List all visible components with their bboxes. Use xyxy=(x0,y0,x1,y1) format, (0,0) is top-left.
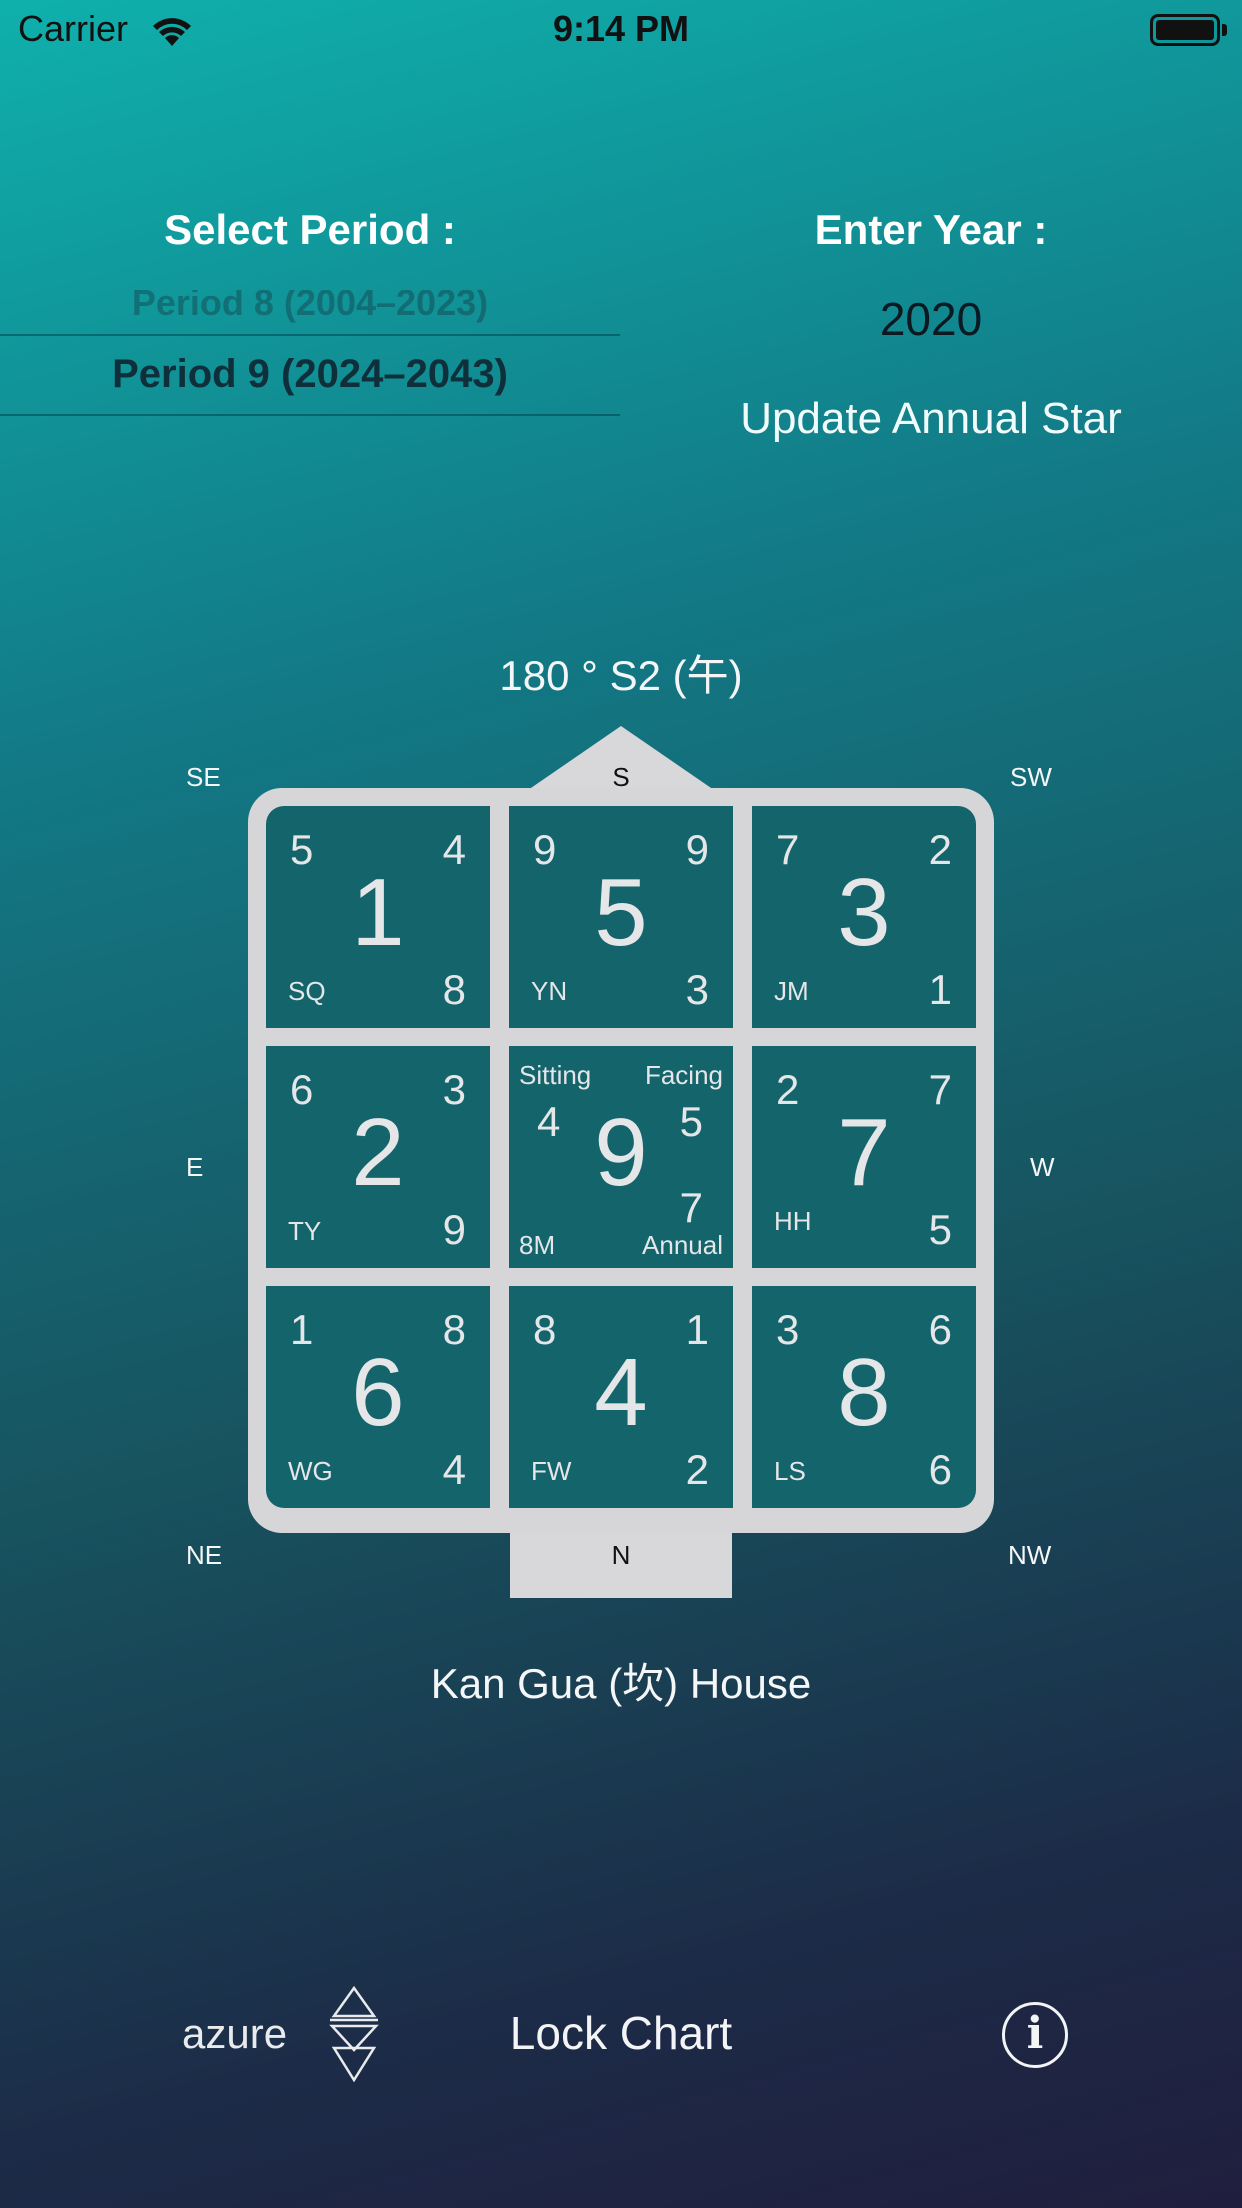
palace-nw: 3 6 8 LS 6 xyxy=(752,1286,976,1508)
house-name: Kan Gua (坎) House xyxy=(430,1660,812,1707)
sitting-label: Sitting xyxy=(519,1060,592,1090)
annual-star: 9 xyxy=(442,1206,466,1253)
palace-e: 6 3 2 TY 9 xyxy=(266,1046,490,1268)
year-input[interactable]: 2020 xyxy=(700,292,1162,346)
annual-label: Annual xyxy=(642,1230,723,1260)
degree-reading: 180 ° S2 (午) xyxy=(499,652,743,699)
period-picker-selected-option[interactable]: Period 9 (2024–2043) xyxy=(0,352,620,397)
direction-w: W xyxy=(1030,1152,1055,1182)
update-annual-star-button[interactable]: Update Annual Star xyxy=(700,394,1162,444)
base-star: 6 xyxy=(351,1339,405,1446)
annual-star: 4 xyxy=(442,1446,466,1493)
palace-sw: 7 2 3 JM 1 xyxy=(752,806,976,1028)
palace-n: 8 1 4 FW 2 xyxy=(509,1286,733,1508)
base-star: 1 xyxy=(351,859,405,966)
period-picker-previous-option[interactable]: Period 8 (2004–2023) xyxy=(0,290,620,324)
annual-star: 2 xyxy=(685,1446,709,1493)
annual-star: 1 xyxy=(928,966,952,1013)
annual-star: 8 xyxy=(442,966,466,1013)
annual-star: 6 xyxy=(928,1446,952,1493)
select-period-label: Select Period : xyxy=(164,206,456,253)
palace-se: 5 4 1 SQ 8 xyxy=(266,806,490,1028)
palace-center: Sitting Facing 4 5 9 7 8M Annual xyxy=(509,1046,733,1268)
palace-label: JM xyxy=(774,976,809,1006)
annual-star: 7 xyxy=(679,1184,703,1231)
flying-star-grid: 5 4 1 SQ 8 9 9 5 YN 3 7 2 3 JM 1 6 3 2 T… xyxy=(248,788,994,1533)
enter-year-label: Enter Year : xyxy=(814,206,1048,253)
base-star: 8 xyxy=(837,1339,891,1446)
battery-icon xyxy=(1150,14,1220,46)
palace-label: YN xyxy=(531,976,568,1006)
palace-label: HH xyxy=(774,1206,812,1236)
base-star: 7 xyxy=(837,1099,891,1206)
base-star: 4 xyxy=(594,1339,648,1446)
palace-ne: 1 8 6 WG 4 xyxy=(266,1286,490,1508)
period-picker[interactable]: Period 8 (2004–2023) Period 9 (2024–2043… xyxy=(0,290,620,420)
base-star: 3 xyxy=(837,859,891,966)
facing-label: Facing xyxy=(644,1060,723,1090)
annual-star: 3 xyxy=(685,966,709,1013)
palace-label: SQ xyxy=(288,976,326,1006)
clock: 9:14 PM xyxy=(552,8,690,49)
direction-n: N xyxy=(611,1540,631,1570)
palace-label: LS xyxy=(774,1456,806,1486)
palace-label: TY xyxy=(288,1216,322,1246)
palace-s: 9 9 5 YN 3 xyxy=(509,806,733,1028)
palace-label: 8M xyxy=(519,1230,556,1260)
info-icon[interactable]: i xyxy=(1002,2002,1068,2068)
base-star: 5 xyxy=(594,859,648,966)
palace-w: 2 7 7 HH 5 xyxy=(752,1046,976,1268)
palace-label: WG xyxy=(288,1456,333,1486)
direction-s: S xyxy=(612,762,630,792)
base-star: 2 xyxy=(351,1099,405,1206)
annual-star: 5 xyxy=(928,1206,952,1253)
battery-tip xyxy=(1222,24,1227,36)
direction-e: E xyxy=(186,1152,204,1182)
palace-label: FW xyxy=(531,1456,572,1486)
